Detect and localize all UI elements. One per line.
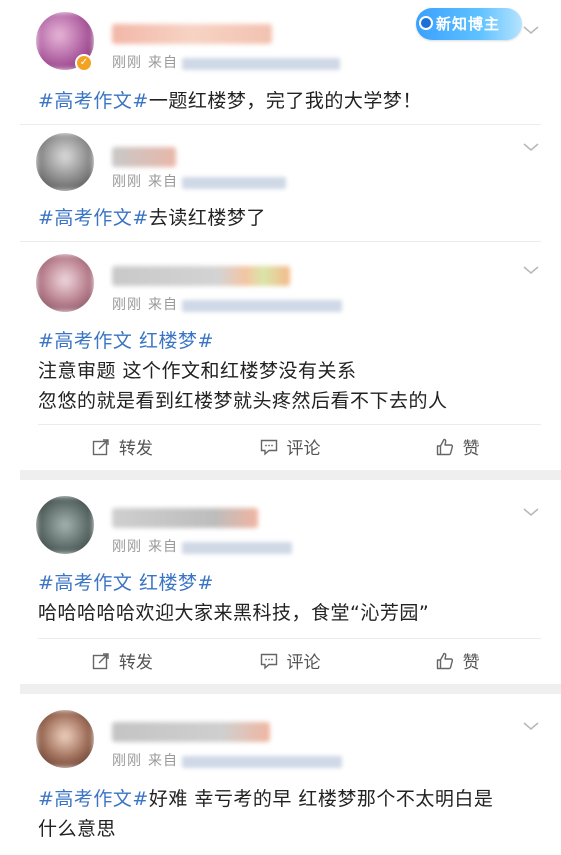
avatar[interactable]: [36, 496, 94, 554]
source-blurred[interactable]: [182, 300, 342, 312]
weibo-feed: ✓ 刚刚 来自 新知博主 #高考作文#一题红楼梦，完了我的大学梦！ 刚刚 来自 #高: [0, 0, 561, 855]
chevron-down-icon[interactable]: [521, 716, 541, 736]
hashtag-link[interactable]: #高考作文 红楼梦#: [38, 330, 214, 352]
repost-icon: [92, 652, 109, 669]
avatar[interactable]: [36, 710, 94, 768]
post-actions: 转发 评论 赞: [38, 638, 541, 682]
repost-button[interactable]: 转发: [38, 648, 206, 673]
chevron-down-icon[interactable]: [521, 20, 541, 40]
post-3[interactable]: 刚刚 来自 #高考作文 红楼梦# 注意审题 这个作文和红楼梦没有关系 忽悠的就是看…: [0, 242, 561, 468]
username-blurred[interactable]: [112, 147, 176, 167]
post-4[interactable]: 刚刚 来自 #高考作文 红楼梦# 哈哈哈哈哈欢迎大家来黑科技，食堂“沁芳园” 转发…: [0, 480, 561, 682]
username-blurred[interactable]: [112, 24, 272, 44]
username-blurred[interactable]: [112, 266, 290, 286]
post-body: #高考作文#去读红楼梦了: [38, 207, 266, 229]
chevron-down-icon[interactable]: [521, 502, 541, 522]
post-body: #高考作文 红楼梦# 注意审题 这个作文和红楼梦没有关系 忽悠的就是看到红楼梦就…: [38, 330, 448, 412]
post-5[interactable]: 刚刚 来自 #高考作文#好难 幸亏考的早 红楼梦那个不太明白是 什么意思: [0, 694, 561, 855]
chevron-down-icon[interactable]: [521, 260, 541, 280]
source-blurred[interactable]: [182, 58, 340, 70]
post-meta: 刚刚 来自: [112, 539, 178, 555]
hashtag-link[interactable]: #高考作文 红楼梦#: [38, 572, 214, 594]
post-meta: 刚刚 来自: [112, 297, 178, 313]
hashtag-link[interactable]: #高考作文#: [38, 90, 149, 112]
source-blurred[interactable]: [182, 542, 292, 554]
source-blurred[interactable]: [182, 177, 286, 189]
post-body: #高考作文#一题红楼梦，完了我的大学梦！: [38, 90, 422, 112]
new-knowledge-blogger-badge[interactable]: 新知博主: [416, 8, 522, 40]
verified-icon: ✓: [75, 54, 93, 72]
like-button[interactable]: 赞: [373, 434, 541, 459]
post-meta: 刚刚 来自: [112, 174, 178, 190]
post-1[interactable]: ✓ 刚刚 来自 新知博主 #高考作文#一题红楼梦，完了我的大学梦！: [0, 0, 561, 120]
comment-button[interactable]: 评论: [206, 434, 374, 459]
source-blurred[interactable]: [182, 756, 342, 768]
username-blurred[interactable]: [112, 508, 258, 528]
comment-button[interactable]: 评论: [206, 648, 374, 673]
comment-icon: [260, 439, 277, 456]
repost-icon: [92, 438, 109, 455]
post-meta: 刚刚 来自: [112, 753, 178, 769]
post-meta: 刚刚 来自: [112, 55, 178, 71]
avatar[interactable]: [36, 254, 94, 312]
avatar[interactable]: [36, 133, 94, 191]
hashtag-link[interactable]: #高考作文#: [38, 788, 149, 810]
feed-separator: [20, 684, 561, 694]
hashtag-link[interactable]: #高考作文#: [38, 207, 149, 229]
like-icon: [436, 652, 453, 669]
post-2[interactable]: 刚刚 来自 #高考作文#去读红楼梦了: [0, 125, 561, 240]
post-body: #高考作文 红楼梦# 哈哈哈哈哈欢迎大家来黑科技，食堂“沁芳园”: [38, 572, 430, 624]
repost-button[interactable]: 转发: [38, 434, 206, 459]
feed-separator: [20, 470, 561, 480]
username-blurred[interactable]: [112, 722, 270, 742]
chevron-down-icon[interactable]: [521, 137, 541, 157]
like-button[interactable]: 赞: [373, 648, 541, 673]
post-actions: 转发 评论 赞: [38, 424, 541, 468]
comment-icon: [260, 653, 277, 670]
like-icon: [436, 438, 453, 455]
post-body: #高考作文#好难 幸亏考的早 红楼梦那个不太明白是 什么意思: [38, 788, 494, 840]
